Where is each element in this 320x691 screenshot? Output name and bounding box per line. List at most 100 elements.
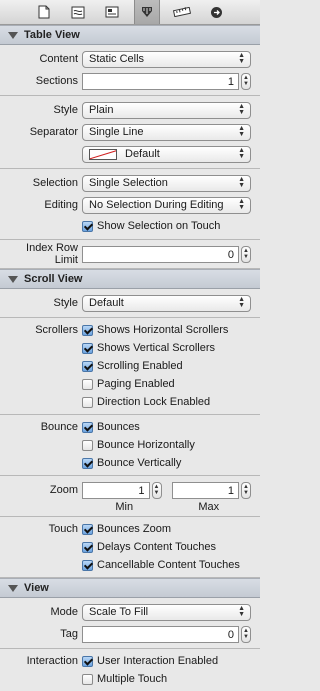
separator-row: Separator Single Line ▲ ▼ bbox=[0, 121, 260, 143]
disclosure-triangle-icon[interactable] bbox=[8, 584, 18, 592]
color-swatch bbox=[89, 148, 117, 160]
sections-stepper[interactable]: ▲ ▼ bbox=[241, 72, 251, 90]
separator-color-popup[interactable]: Default ▲ ▼ bbox=[82, 145, 251, 163]
checkbox-label: Multiple Touch bbox=[97, 673, 168, 685]
zoom-min-label: Min bbox=[115, 501, 134, 513]
tag-field[interactable]: 0 bbox=[82, 625, 239, 643]
tag-stepper[interactable]: ▲ ▼ bbox=[241, 625, 251, 643]
show-selection-checkbox[interactable]: Show Selection on Touch bbox=[82, 217, 220, 235]
touch-row-0: Touch Bounces Zoom bbox=[0, 520, 260, 538]
popup-arrows-icon: ▲ ▼ bbox=[238, 103, 245, 116]
view-mode-group: Mode Scale To Fill ▲ ▼ Tag 0 ▲ ▼ bbox=[0, 598, 260, 649]
scrollers-row-4: Direction Lock Enabled bbox=[0, 393, 260, 411]
delays-content-touches-checkbox[interactable]: Delays Content Touches bbox=[82, 538, 216, 556]
checkbox-unchecked-icon[interactable] bbox=[82, 396, 93, 408]
separator-label: Separator bbox=[29, 126, 78, 138]
scroll-style-popup[interactable]: Default ▲ ▼ bbox=[82, 294, 251, 312]
separator-popup[interactable]: Single Line ▲ ▼ bbox=[82, 123, 251, 141]
user-interaction-enabled-checkbox[interactable]: User Interaction Enabled bbox=[82, 652, 218, 670]
content-label: Content bbox=[39, 53, 78, 65]
popup-arrows-icon: ▲ ▼ bbox=[238, 605, 245, 618]
checkbox-label: Delays Content Touches bbox=[97, 541, 217, 553]
bounces-zoom-checkbox[interactable]: Bounces Zoom bbox=[82, 520, 171, 538]
interaction-row-1: Multiple Touch bbox=[0, 670, 260, 688]
bounce-horizontally-checkbox[interactable]: Bounce Horizontally bbox=[82, 436, 195, 454]
table-view-content-group: Content Static Cells ▲ ▼ Sections 1 ▲ ▼ bbox=[0, 45, 260, 96]
bounce-row-2: Bounce Vertically bbox=[0, 454, 260, 472]
mode-label: Mode bbox=[50, 606, 78, 618]
interaction-row-0: Interaction User Interaction Enabled bbox=[0, 652, 260, 670]
zoom-sublabels: Min Max bbox=[0, 501, 260, 515]
popup-arrows-icon: ▲ ▼ bbox=[238, 147, 245, 160]
bounce-row-1: Bounce Horizontally bbox=[0, 436, 260, 454]
zoom-min-field[interactable]: 1 bbox=[82, 481, 150, 499]
checkbox-label: Paging Enabled bbox=[97, 378, 175, 390]
mode-popup[interactable]: Scale To Fill ▲ ▼ bbox=[82, 603, 251, 621]
view-section-header[interactable]: View bbox=[0, 578, 260, 598]
attributes-icon[interactable] bbox=[134, 0, 160, 24]
shows-vertical-scrollers-checkbox[interactable]: Shows Vertical Scrollers bbox=[82, 339, 215, 357]
zoom-max-stepper[interactable]: ▲ ▼ bbox=[241, 481, 251, 499]
index-row-limit-field[interactable]: 0 bbox=[82, 245, 239, 263]
checkbox-checked-icon[interactable] bbox=[82, 655, 93, 667]
checkbox-unchecked-icon[interactable] bbox=[82, 673, 93, 685]
disclosure-triangle-icon[interactable] bbox=[8, 31, 18, 39]
checkbox-checked-icon[interactable] bbox=[82, 541, 93, 553]
bounces-checkbox[interactable]: Bounces bbox=[82, 418, 140, 436]
checkbox-checked-icon[interactable] bbox=[82, 559, 93, 571]
checkbox-checked-icon[interactable] bbox=[82, 421, 93, 433]
checkbox-checked-icon[interactable] bbox=[82, 523, 93, 535]
connections-icon[interactable] bbox=[204, 2, 228, 22]
size-icon[interactable] bbox=[170, 2, 194, 22]
style-popup[interactable]: Plain ▲ ▼ bbox=[82, 101, 251, 119]
bounce-group: Bounce Bounces Bounce Horizontally Bounc… bbox=[0, 415, 260, 476]
inspector-toolbar bbox=[0, 0, 260, 25]
scroll-view-section-header[interactable]: Scroll View bbox=[0, 269, 260, 289]
identity-icon[interactable] bbox=[100, 2, 124, 22]
file-icon[interactable] bbox=[32, 2, 56, 22]
selection-row: Selection Single Selection ▲ ▼ bbox=[0, 172, 260, 194]
popup-value: Default bbox=[89, 297, 124, 309]
popup-value: Single Line bbox=[89, 126, 144, 138]
section-title: Scroll View bbox=[24, 273, 83, 285]
index-row-limit-stepper[interactable]: ▲ ▼ bbox=[241, 245, 251, 263]
tag-label: Tag bbox=[60, 628, 78, 640]
section-title: View bbox=[24, 582, 49, 594]
selection-popup[interactable]: Single Selection ▲ ▼ bbox=[82, 174, 251, 192]
paging-enabled-checkbox[interactable]: Paging Enabled bbox=[82, 375, 175, 393]
quick-help-icon[interactable] bbox=[66, 2, 90, 22]
disclosure-triangle-icon[interactable] bbox=[8, 275, 18, 283]
sections-field[interactable]: 1 bbox=[82, 72, 239, 90]
checkbox-checked-icon[interactable] bbox=[82, 324, 93, 336]
index-row-limit-row: Index Row Limit 0 ▲ ▼ bbox=[0, 242, 260, 266]
style-row: Style Plain ▲ ▼ bbox=[0, 99, 260, 121]
checkbox-unchecked-icon[interactable] bbox=[82, 439, 93, 451]
zoom-group: Zoom 1 ▲ ▼ 1 ▲ ▼ Min Max bbox=[0, 476, 260, 517]
shows-horizontal-scrollers-checkbox[interactable]: Shows Horizontal Scrollers bbox=[82, 321, 228, 339]
scrollers-row-3: Paging Enabled bbox=[0, 375, 260, 393]
checkbox-label: Cancellable Content Touches bbox=[97, 559, 240, 571]
zoom-max-field[interactable]: 1 bbox=[171, 481, 239, 499]
scrollers-row-0: Scrollers Shows Horizontal Scrollers bbox=[0, 321, 260, 339]
popup-value: Single Selection bbox=[89, 177, 168, 189]
content-popup[interactable]: Static Cells ▲ ▼ bbox=[82, 50, 251, 68]
checkbox-checked-icon[interactable] bbox=[82, 457, 93, 469]
zoom-min-stepper[interactable]: ▲ ▼ bbox=[151, 481, 162, 499]
cancellable-content-touches-checkbox[interactable]: Cancellable Content Touches bbox=[82, 556, 240, 574]
separator-color-row: Default ▲ ▼ bbox=[0, 143, 260, 165]
table-view-section-header[interactable]: Table View bbox=[0, 25, 260, 45]
sections-row: Sections 1 ▲ ▼ bbox=[0, 70, 260, 92]
checkbox-label: Bounces Zoom bbox=[97, 523, 171, 535]
popup-value: Plain bbox=[89, 104, 114, 116]
scroll-view-style-group: Style Default ▲ ▼ bbox=[0, 289, 260, 318]
scrolling-enabled-checkbox[interactable]: Scrolling Enabled bbox=[82, 357, 183, 375]
scrollers-group: Scrollers Shows Horizontal Scrollers Sho… bbox=[0, 318, 260, 415]
direction-lock-enabled-checkbox[interactable]: Direction Lock Enabled bbox=[82, 393, 210, 411]
checkbox-checked-icon[interactable] bbox=[82, 360, 93, 372]
editing-popup[interactable]: No Selection During Editing ▲ ▼ bbox=[82, 196, 251, 214]
multiple-touch-checkbox[interactable]: Multiple Touch bbox=[82, 670, 167, 688]
checkbox-checked-icon[interactable] bbox=[82, 342, 93, 354]
checkbox-unchecked-icon[interactable] bbox=[82, 378, 93, 390]
bounce-vertically-checkbox[interactable]: Bounce Vertically bbox=[82, 454, 181, 472]
checkbox-checked-icon[interactable] bbox=[82, 220, 93, 232]
